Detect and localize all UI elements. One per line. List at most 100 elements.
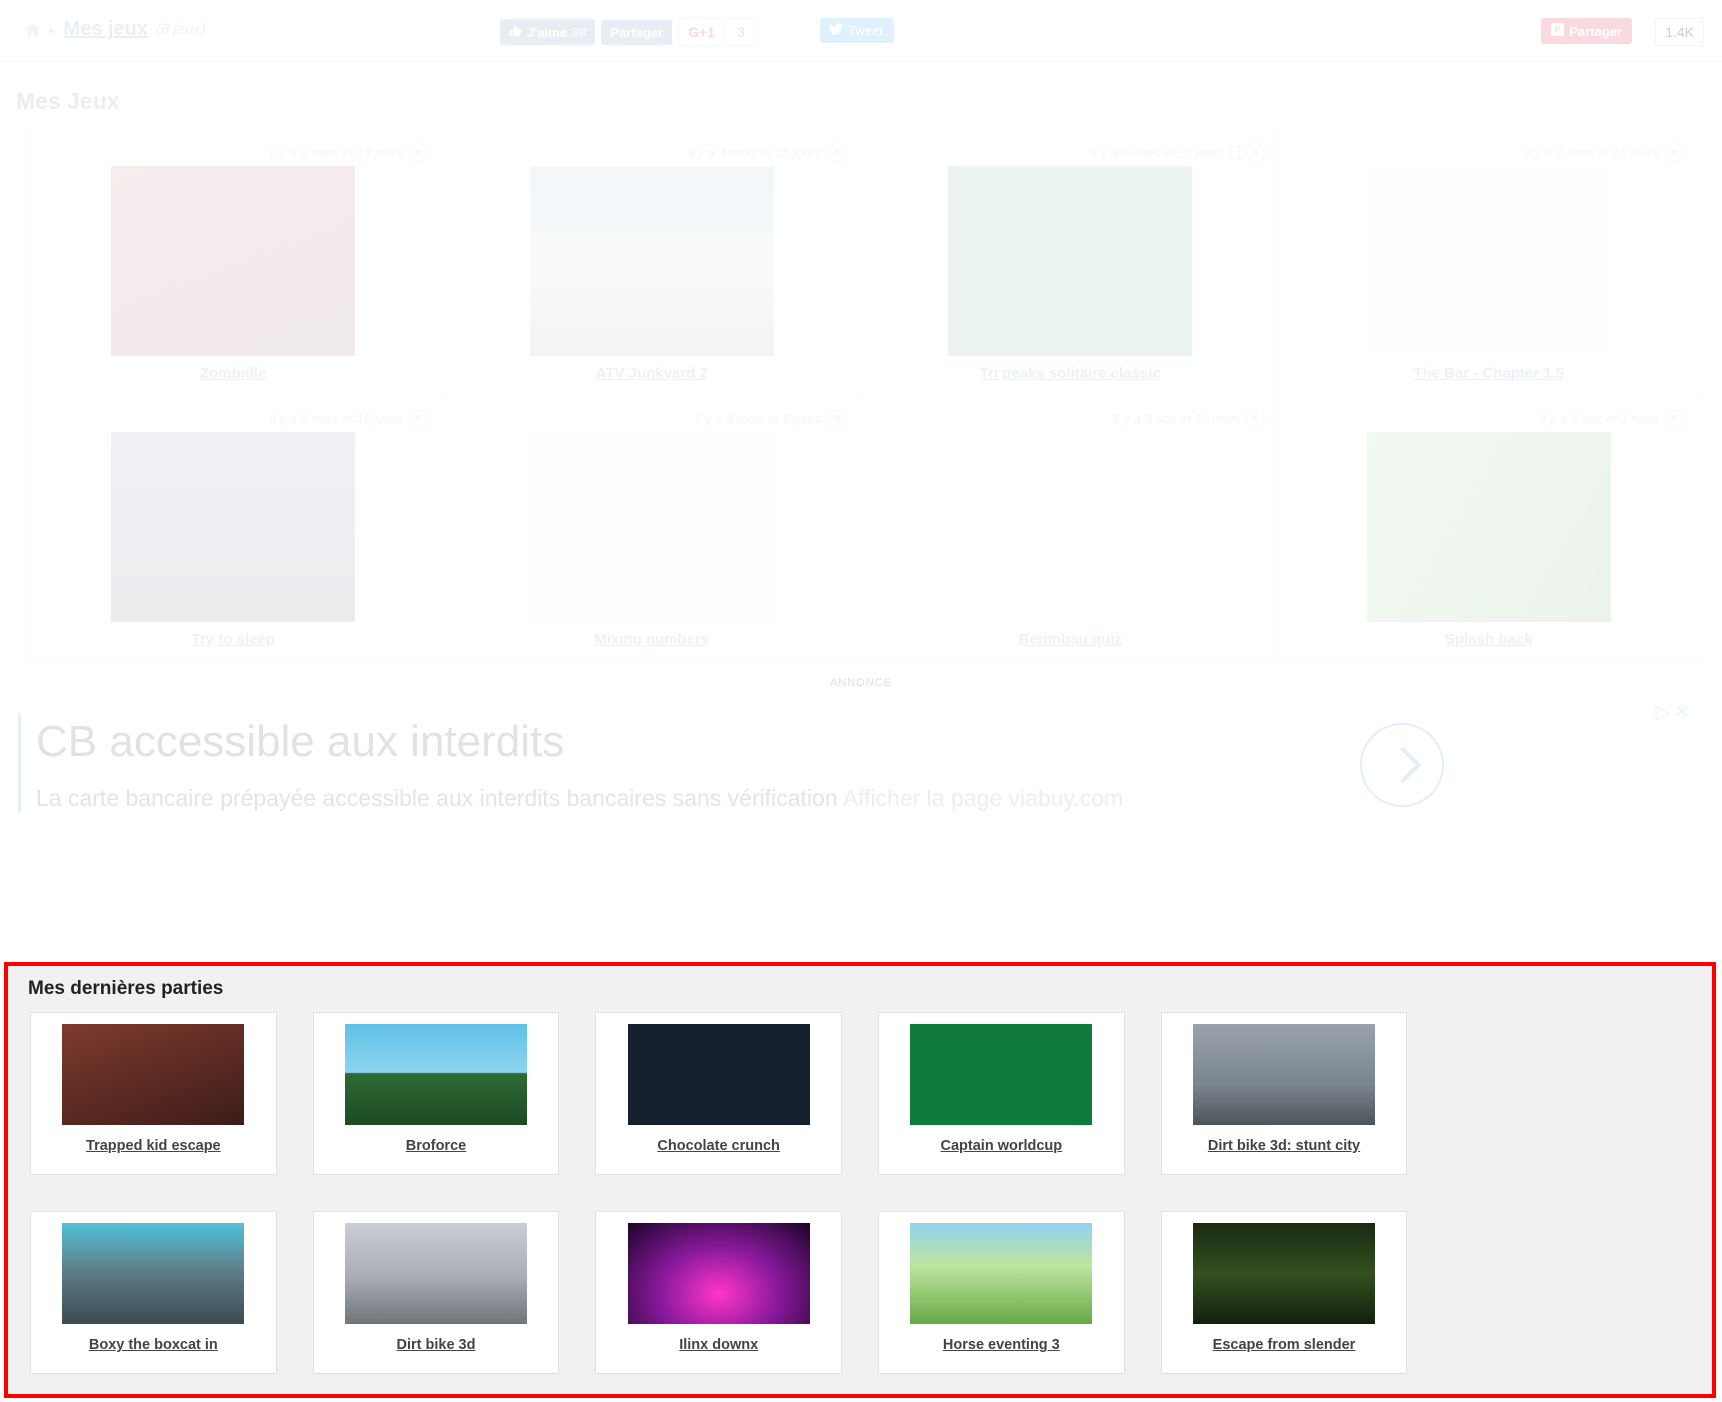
recent-game-thumbnail[interactable] — [910, 1024, 1092, 1125]
remove-game-icon[interactable] — [1246, 409, 1265, 428]
game-thumbnail[interactable] — [948, 432, 1192, 622]
google-plus-one-button[interactable]: G+1 — [678, 18, 725, 46]
mobile-device-icon — [1230, 145, 1240, 160]
facebook-like-button[interactable]: J'aime 88 — [500, 19, 595, 45]
game-title-link[interactable]: ATV Junkyard 2 — [457, 365, 847, 382]
recent-game-card[interactable]: Captain worldcup — [878, 1012, 1125, 1175]
page-title: Mes Jeux — [16, 88, 1722, 115]
game-title-link[interactable]: Tri peaks solitaire classic — [876, 365, 1266, 382]
game-card-header: Il y a 4 mois et 15 jours — [457, 142, 847, 164]
recent-game-card[interactable]: Dirt bike 3d: stunt city — [1161, 1012, 1408, 1175]
game-title-link[interactable]: Zombidle — [39, 365, 429, 382]
game-card[interactable]: Il y a 3 ans et 1 mois Splash back — [1279, 397, 1699, 664]
game-card-header: Il y a 3 ans et 1 mois — [1294, 408, 1684, 430]
my-games-grid: Il y a 3 mois et 13 joursZombidleIl y a … — [24, 131, 1698, 663]
recent-game-card[interactable]: Dirt bike 3d — [313, 1211, 560, 1374]
ad-description: La carte bancaire prépayée accessible au… — [36, 785, 1123, 812]
facebook-share-label: Partager — [610, 25, 663, 40]
recent-grid-spacer — [1443, 1211, 1690, 1374]
recent-game-title-link[interactable]: Chocolate crunch — [657, 1138, 779, 1154]
recent-game-title-link[interactable]: Dirt bike 3d — [397, 1337, 476, 1353]
game-card[interactable]: Il y a 9 mois et 9 joursMixing numbers — [442, 397, 862, 664]
breadcrumb-game-count: (8 jeux) — [156, 21, 206, 38]
pinterest-share-button[interactable]: P Partager — [1541, 18, 1632, 44]
google-plus-count: 3 — [725, 18, 758, 46]
recent-game-thumbnail[interactable] — [628, 1024, 810, 1125]
ad-controls: ▷ ✕ — [1655, 701, 1690, 724]
game-card-header: Il y a 8 mois et 19 jours — [39, 408, 429, 430]
recent-game-card[interactable]: Boxy the boxcat in — [30, 1211, 277, 1374]
adchoices-icon[interactable]: ▷ — [1655, 701, 1670, 724]
game-last-played-date: Il y a 7 mois et 10 jours — [1525, 145, 1659, 160]
game-title-link[interactable]: The Bar - Chapter 1.5 — [1294, 365, 1684, 382]
remove-game-icon[interactable] — [1665, 143, 1684, 162]
game-card[interactable]: Il y a 5 mois et 25 joursTri peaks solit… — [861, 131, 1281, 398]
recent-game-card[interactable]: Trapped kid escape — [30, 1012, 277, 1175]
recent-game-thumbnail[interactable] — [62, 1223, 244, 1324]
game-thumbnail-art — [948, 432, 1192, 622]
recent-game-title-link[interactable]: Dirt bike 3d: stunt city — [1208, 1138, 1360, 1154]
remove-game-icon[interactable] — [1246, 143, 1265, 162]
recent-game-card[interactable]: Chocolate crunch — [595, 1012, 842, 1175]
game-thumbnail[interactable] — [530, 432, 774, 622]
ad-creative[interactable]: CB accessible aux interdits La carte ban… — [18, 695, 1704, 835]
recent-game-card[interactable]: Broforce — [313, 1012, 560, 1175]
remove-game-icon[interactable] — [828, 409, 847, 428]
facebook-like-label: J'aime — [527, 25, 567, 40]
game-thumbnail[interactable] — [1367, 166, 1611, 356]
recent-game-title-link[interactable]: Boxy the boxcat in — [89, 1337, 218, 1353]
twitter-tweet-label: Tweet — [848, 23, 883, 38]
breadcrumb-link-mes-jeux[interactable]: Mes jeux — [64, 18, 148, 41]
recent-game-card[interactable]: Horse eventing 3 — [878, 1211, 1125, 1374]
recent-game-thumbnail-art — [345, 1223, 527, 1324]
game-card[interactable]: Il y a 8 mois et 19 jours Try to sleep — [24, 397, 444, 664]
recent-game-title-link[interactable]: Escape from slender — [1213, 1337, 1356, 1353]
twitter-tweet-button[interactable]: Tweet — [820, 18, 894, 43]
recent-game-thumbnail-art — [1193, 1223, 1375, 1324]
game-title-link[interactable]: Mixing numbers — [457, 631, 847, 648]
pinterest-share-label: Partager — [1569, 24, 1622, 39]
game-card[interactable]: Il y a 4 mois et 15 jours ATV Junkyard 2 — [442, 131, 862, 398]
game-title-link[interactable]: Try to sleep — [39, 631, 429, 648]
recent-game-title-link[interactable]: Broforce — [406, 1138, 466, 1154]
game-thumbnail[interactable] — [1367, 432, 1611, 622]
pinterest-count: 1.4K — [1655, 18, 1704, 46]
recent-grid-spacer — [1443, 1012, 1690, 1175]
game-card[interactable]: Il y a 3 ans et 10 moisBerimbau quiz — [861, 397, 1281, 664]
game-card[interactable]: Il y a 3 mois et 13 joursZombidle — [24, 131, 444, 398]
recent-game-thumbnail[interactable] — [1193, 1223, 1375, 1324]
remove-game-icon[interactable] — [409, 409, 428, 428]
game-thumbnail[interactable] — [111, 166, 355, 356]
recent-game-title-link[interactable]: Captain worldcup — [941, 1138, 1063, 1154]
recent-game-thumbnail[interactable] — [628, 1223, 810, 1324]
game-title-link[interactable]: Berimbau quiz — [876, 631, 1266, 648]
remove-game-icon[interactable] — [409, 143, 428, 162]
recent-game-thumbnail[interactable] — [62, 1024, 244, 1125]
recent-game-thumbnail-art — [910, 1024, 1092, 1125]
game-thumbnail-art — [1367, 166, 1611, 356]
recent-game-thumbnail[interactable] — [910, 1223, 1092, 1324]
facebook-share-button[interactable]: Partager — [601, 20, 672, 45]
game-card[interactable]: Il y a 7 mois et 10 jours The Bar - Chapt… — [1279, 131, 1699, 398]
recent-game-thumbnail[interactable] — [1193, 1024, 1375, 1125]
google-plus-group: G+1 3 — [678, 18, 758, 46]
close-icon[interactable]: ✕ — [1674, 701, 1690, 724]
remove-game-icon[interactable] — [828, 143, 847, 162]
recent-game-title-link[interactable]: Trapped kid escape — [86, 1138, 221, 1154]
recent-game-title-link[interactable]: Horse eventing 3 — [943, 1337, 1060, 1353]
recent-game-thumbnail[interactable] — [345, 1024, 527, 1125]
game-title-link[interactable]: Splash back — [1294, 631, 1684, 648]
recent-game-card[interactable]: Ilinx downx — [595, 1211, 842, 1374]
thumbs-up-icon — [509, 24, 522, 40]
facebook-like-count: 88 — [572, 25, 586, 40]
game-thumbnail[interactable] — [530, 166, 774, 356]
recent-game-thumbnail[interactable] — [345, 1223, 527, 1324]
recent-game-title-link[interactable]: Ilinx downx — [679, 1337, 758, 1353]
pinterest-icon: P — [1551, 23, 1564, 39]
home-icon[interactable] — [24, 22, 41, 38]
game-thumbnail[interactable] — [111, 432, 355, 622]
remove-game-icon[interactable] — [1665, 409, 1684, 428]
chevron-right-icon[interactable] — [1360, 723, 1444, 807]
game-thumbnail[interactable] — [948, 166, 1192, 356]
recent-game-card[interactable]: Escape from slender — [1161, 1211, 1408, 1374]
